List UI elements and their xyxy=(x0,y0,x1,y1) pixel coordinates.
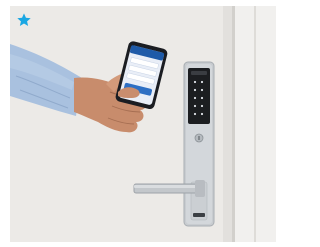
door-frame-edge xyxy=(223,6,233,242)
lock-illustration xyxy=(10,6,276,242)
star-icon xyxy=(16,12,32,28)
smart-lock xyxy=(183,61,215,227)
keypad-panel xyxy=(188,68,210,124)
lock-photo xyxy=(10,6,276,242)
image-frame xyxy=(0,0,283,247)
